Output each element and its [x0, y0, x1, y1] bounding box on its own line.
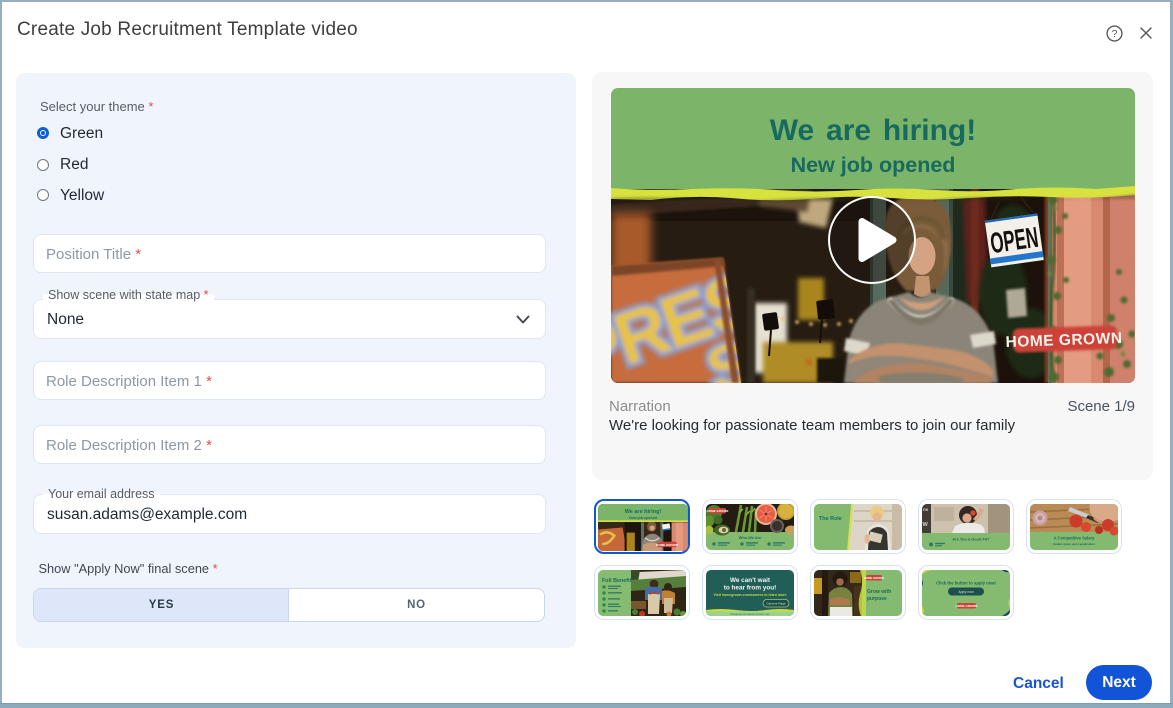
svg-text:Careers Page: Careers Page	[766, 601, 785, 605]
svg-text:Details given upon application: Details given upon application	[1053, 542, 1095, 546]
svg-text:HOME GROWN: HOME GROWN	[864, 576, 884, 580]
svg-text:Full Benefits: Full Benefits	[602, 578, 634, 584]
svg-text:purpose: purpose	[867, 596, 887, 602]
svg-text:HOME GROWN: HOME GROWN	[706, 509, 728, 513]
svg-text:Click the button to apply now!: Click the button to apply now!	[936, 580, 996, 585]
svg-text:Visit homegrown.com/careers to: Visit homegrown.com/careers to learn mor…	[713, 593, 786, 597]
svg-text:ns: ns	[923, 507, 929, 512]
svg-text:?: ?	[1112, 28, 1118, 40]
svg-text:A Competitive Salary: A Competitive Salary	[1053, 536, 1095, 541]
svg-text:Who We Are: Who We Are	[738, 535, 762, 540]
svg-text:Grow with: Grow with	[867, 589, 891, 595]
svg-text:Are You a Good Fit?: Are You a Good Fit?	[952, 537, 990, 542]
svg-text:W: W	[922, 522, 928, 528]
svg-text:to hear from you!: to hear from you!	[723, 584, 776, 591]
svg-text:New job opened: New job opened	[628, 515, 656, 519]
svg-text:The Role: The Role	[819, 516, 842, 522]
svg-text:New job opened: New job opened	[791, 153, 956, 177]
svg-text:homegrown.com/careers to learn: homegrown.com/careers to learn more	[730, 612, 770, 615]
svg-text:Apply now: Apply now	[958, 590, 974, 594]
svg-text:HOME GROWN: HOME GROWN	[656, 542, 678, 546]
svg-text:OPEN: OPEN	[988, 222, 1040, 260]
svg-text:We are hiring!: We are hiring!	[770, 114, 976, 147]
svg-text:HOME GROWN: HOME GROWN	[955, 604, 977, 608]
svg-text:We can't wait: We can't wait	[730, 577, 771, 584]
svg-text:We are hiring!: We are hiring!	[624, 509, 661, 515]
